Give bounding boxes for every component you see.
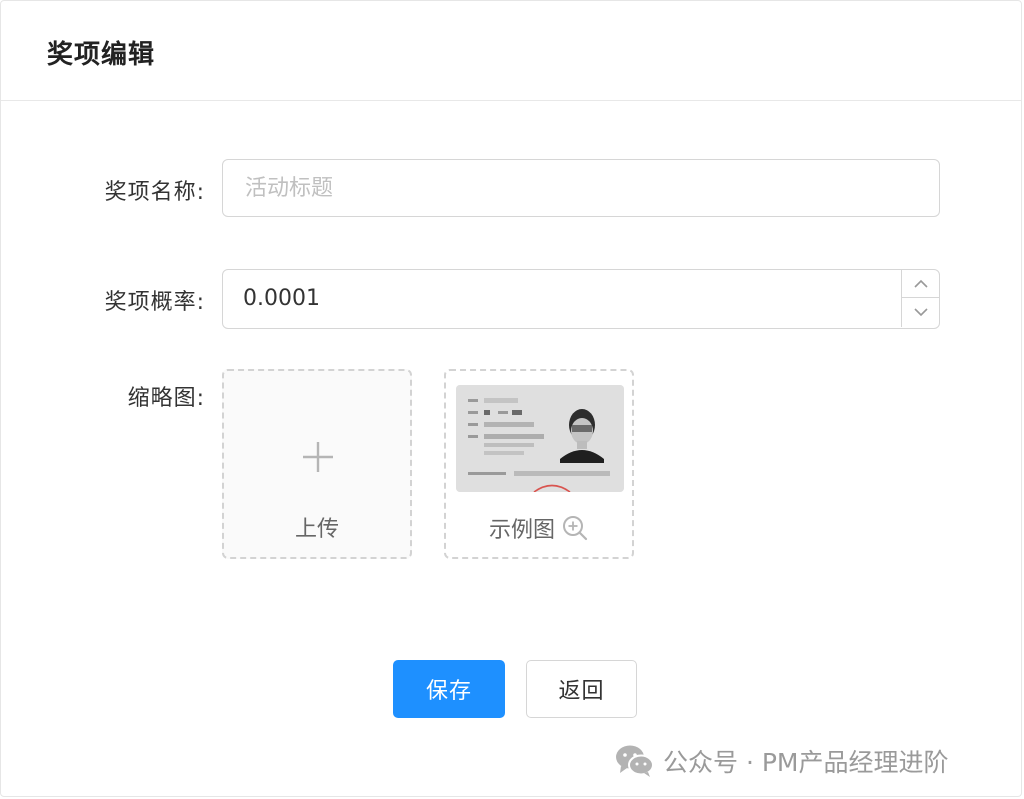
example-id-card-image [456, 385, 624, 492]
probability-stepper [901, 270, 939, 327]
award-probability-input[interactable] [223, 270, 899, 327]
wechat-icon [616, 745, 654, 777]
award-probability-label: 奖项概率: [104, 290, 205, 315]
example-image-card: 示例图 [444, 369, 634, 559]
page-title: 奖项编辑 [47, 40, 156, 70]
plus-icon [303, 442, 333, 472]
chevron-down-icon [913, 308, 928, 317]
award-probability-field [222, 269, 940, 329]
award-edit-panel: 奖项编辑 奖项名称: 奖项概率: 缩略图: 上传 [0, 0, 1022, 797]
thumbnail-label: 缩略图: [127, 386, 205, 411]
award-name-label: 奖项名称: [104, 180, 205, 205]
panel-header: 奖项编辑 [1, 1, 1021, 101]
upload-label: 上传 [294, 517, 339, 542]
example-label: 示例图 [488, 518, 555, 543]
chevron-up-icon [913, 279, 928, 288]
stepper-decrement-button[interactable] [902, 298, 939, 326]
watermark-text: 公众号 · PM产品经理进阶 [663, 748, 949, 777]
example-label-row: 示例图 [446, 512, 632, 544]
zoom-in-icon[interactable] [561, 514, 589, 542]
stepper-increment-button[interactable] [902, 270, 939, 298]
save-button[interactable]: 保存 [393, 660, 505, 718]
award-name-input[interactable] [222, 159, 940, 217]
back-button[interactable]: 返回 [526, 660, 637, 718]
upload-button[interactable]: 上传 [222, 369, 412, 559]
watermark: 公众号 · PM产品经理进阶 [615, 741, 949, 781]
